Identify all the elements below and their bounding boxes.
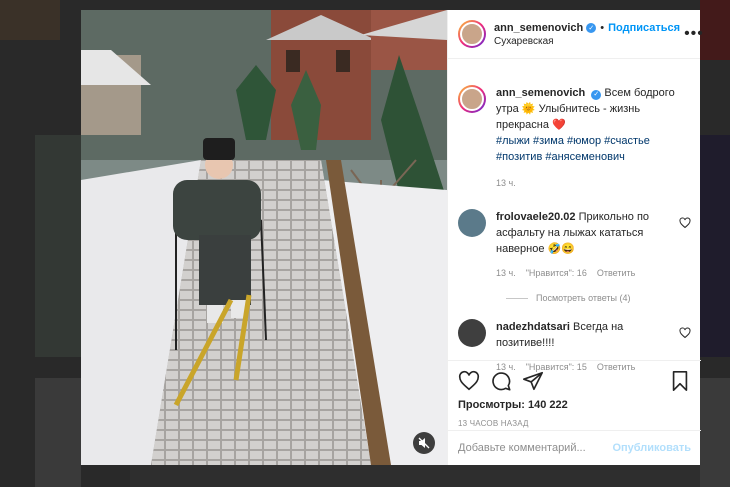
comment-likes[interactable]: "Нравится": 16 (526, 265, 587, 281)
comment-heart-icon[interactable] (679, 327, 691, 339)
commenter-username[interactable]: nadezhdatsari (496, 321, 570, 333)
mute-button[interactable] (413, 432, 435, 454)
commenter-avatar[interactable] (458, 209, 486, 237)
post-video[interactable] (81, 10, 447, 465)
separator-dot: • (600, 21, 605, 34)
add-comment-bar: Добавьте комментарий... Опубликовать (448, 430, 701, 465)
caption-username[interactable]: ann_semenovich (496, 87, 585, 99)
comment-icon[interactable] (490, 370, 512, 392)
heart-icon[interactable] (458, 370, 480, 392)
speaker-muted-icon (418, 437, 430, 449)
comment-heart-icon[interactable] (679, 217, 691, 229)
comment-item: frolovaele20.02 Прикольно по асфальту на… (458, 209, 691, 281)
author-avatar[interactable] (458, 20, 486, 48)
verified-badge-icon: ✓ (586, 22, 597, 33)
post-modal: ann_semenovich ✓ • Подписаться Сухаревск… (81, 10, 703, 465)
commenter-avatar[interactable] (458, 319, 486, 347)
view-replies-button[interactable]: Посмотреть ответы (4) (506, 293, 691, 303)
reply-button[interactable]: Ответить (597, 265, 635, 281)
comment-time[interactable]: 13 ч. (496, 265, 516, 281)
share-icon[interactable] (522, 370, 544, 392)
caption-hashtags[interactable]: #лыжи #зима #юмор #счастье #позитив #аня… (496, 133, 681, 165)
caption: ann_semenovich ✓ Всем бодрого утра 🌞 Улы… (458, 85, 691, 191)
verified-badge-icon: ✓ (591, 90, 602, 100)
post-actions: Просмотры: 140 222 13 ЧАСОВ НАЗАД (448, 360, 701, 428)
caption-avatar[interactable] (458, 85, 486, 113)
post-timestamp[interactable]: 13 ЧАСОВ НАЗАД (458, 419, 691, 428)
bookmark-icon[interactable] (669, 370, 691, 392)
comment-input[interactable]: Добавьте комментарий... (458, 442, 612, 454)
publish-button[interactable]: Опубликовать (612, 442, 691, 454)
view-replies-label: Посмотреть ответы (4) (536, 293, 631, 303)
commenter-username[interactable]: frolovaele20.02 (496, 211, 576, 223)
comments-list: ann_semenovich ✓ Всем бодрого утра 🌞 Улы… (448, 60, 701, 372)
post-header: ann_semenovich ✓ • Подписаться Сухаревск… (448, 10, 703, 59)
video-frame (81, 10, 447, 465)
post-details-panel: ann_semenovich ✓ • Подписаться Сухаревск… (447, 10, 703, 465)
post-location[interactable]: Сухаревская (494, 36, 680, 47)
author-username[interactable]: ann_semenovich (494, 22, 583, 34)
more-options-icon[interactable]: ••• (684, 26, 704, 42)
views-count[interactable]: Просмотры: 140 222 (458, 399, 691, 411)
caption-time[interactable]: 13 ч. (496, 175, 516, 191)
follow-button[interactable]: Подписаться (608, 22, 680, 34)
